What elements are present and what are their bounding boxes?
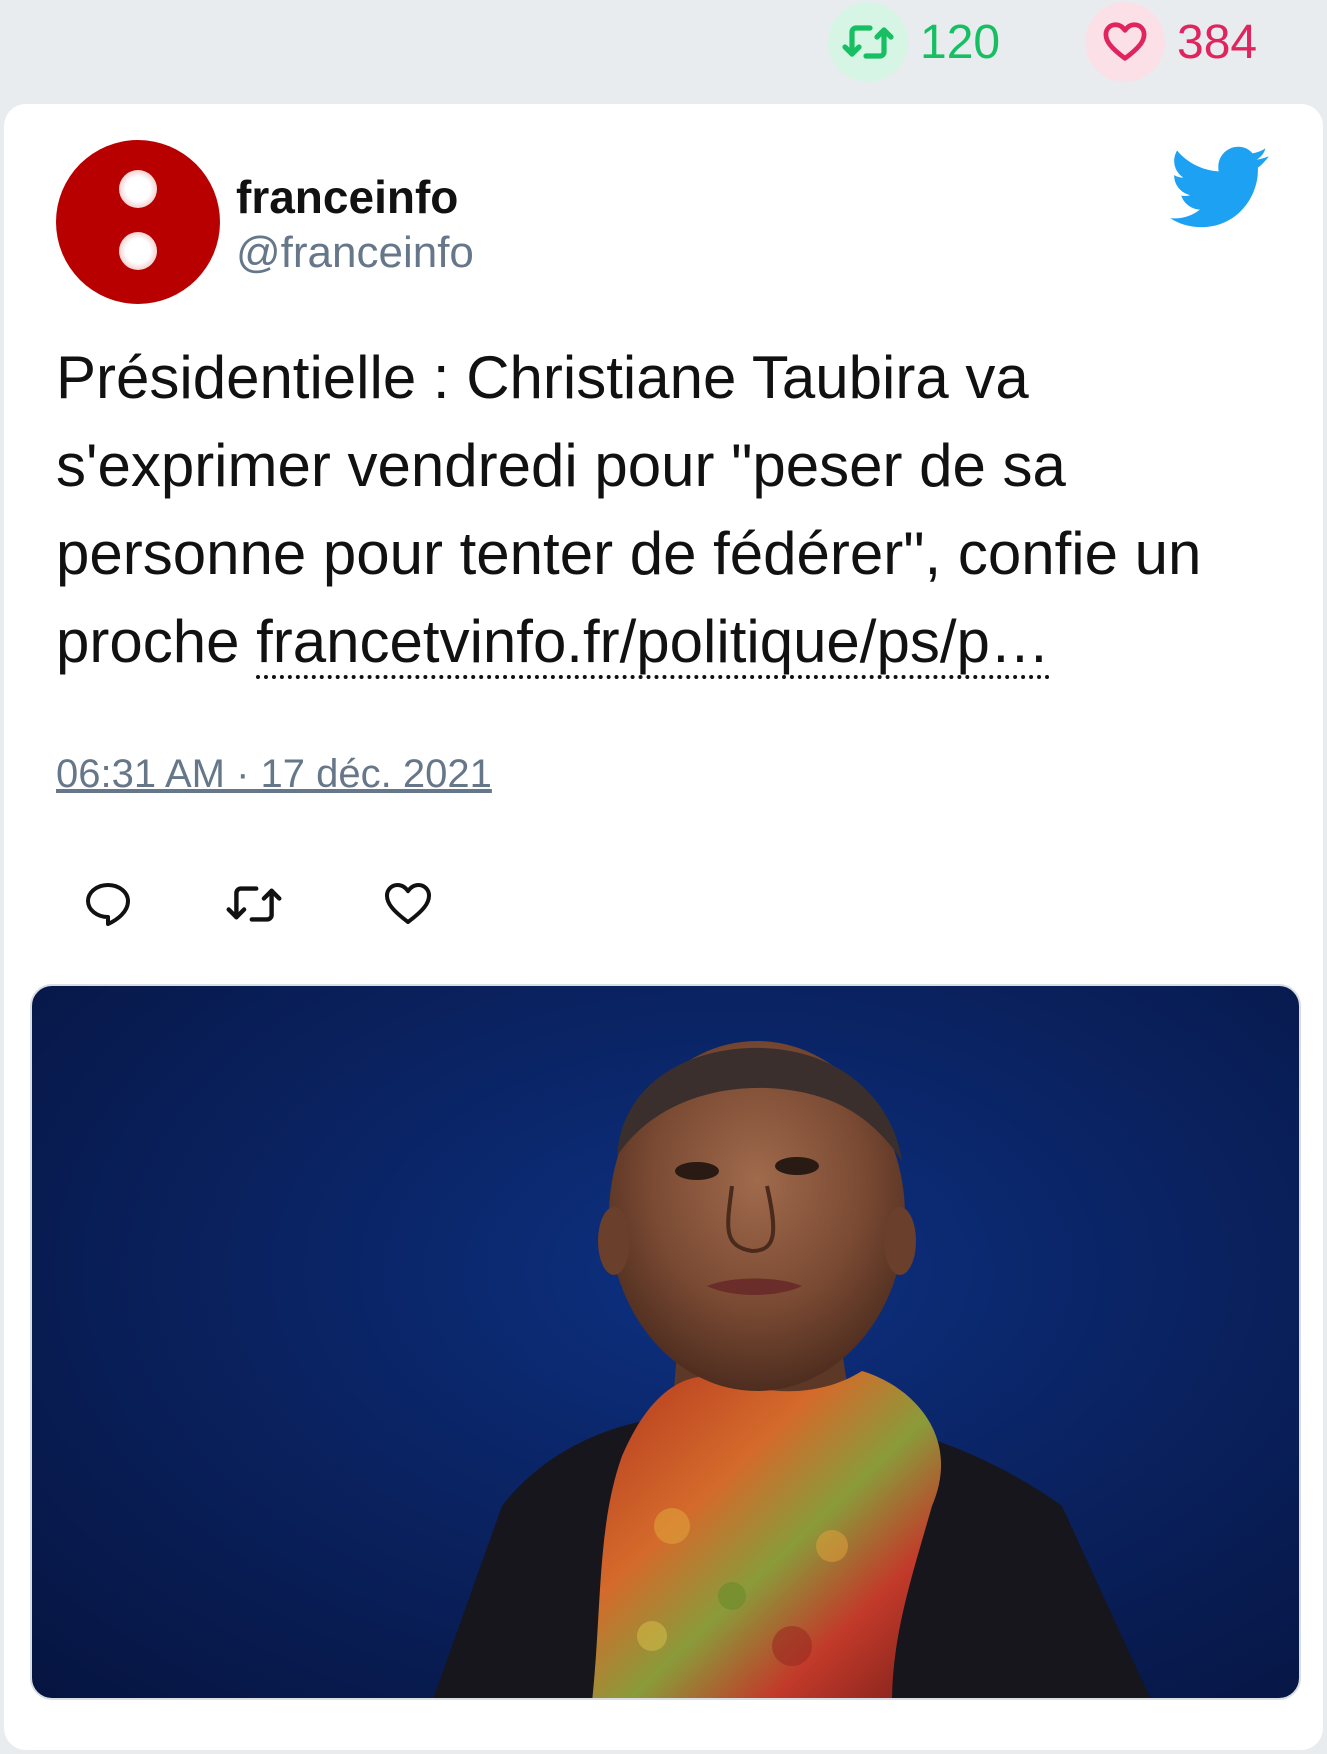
- tweet-link[interactable]: francetvinfo.fr/politique/ps/p…: [256, 608, 1050, 679]
- heart-icon: [1085, 2, 1165, 82]
- retweet-icon: [828, 2, 908, 82]
- twitter-bird-icon[interactable]: [1170, 146, 1270, 230]
- tweet-image[interactable]: [30, 984, 1301, 1700]
- author-handle[interactable]: @franceinfo: [236, 228, 474, 278]
- tweet-stats-bar: 120 384: [0, 0, 1327, 100]
- retweet-count: 120: [920, 15, 1001, 69]
- tweet-text: Présidentielle : Christiane Taubira va s…: [56, 334, 1256, 686]
- heart-icon[interactable]: [378, 874, 438, 934]
- reply-icon[interactable]: [78, 874, 138, 934]
- tweet-card: franceinfo @franceinfo Présidentielle : …: [4, 104, 1323, 1750]
- author-name[interactable]: franceinfo: [236, 170, 458, 224]
- portrait-photo: [433, 1041, 1151, 1698]
- tweet-timestamp[interactable]: 06:31 AM · 17 déc. 2021: [56, 752, 492, 797]
- avatar[interactable]: [56, 140, 220, 304]
- like-stat[interactable]: 384: [1085, 2, 1257, 82]
- like-count: 384: [1177, 15, 1258, 69]
- retweet-icon[interactable]: [224, 874, 284, 934]
- retweet-stat[interactable]: 120: [828, 2, 1000, 82]
- franceinfo-logo-icon: [119, 170, 157, 208]
